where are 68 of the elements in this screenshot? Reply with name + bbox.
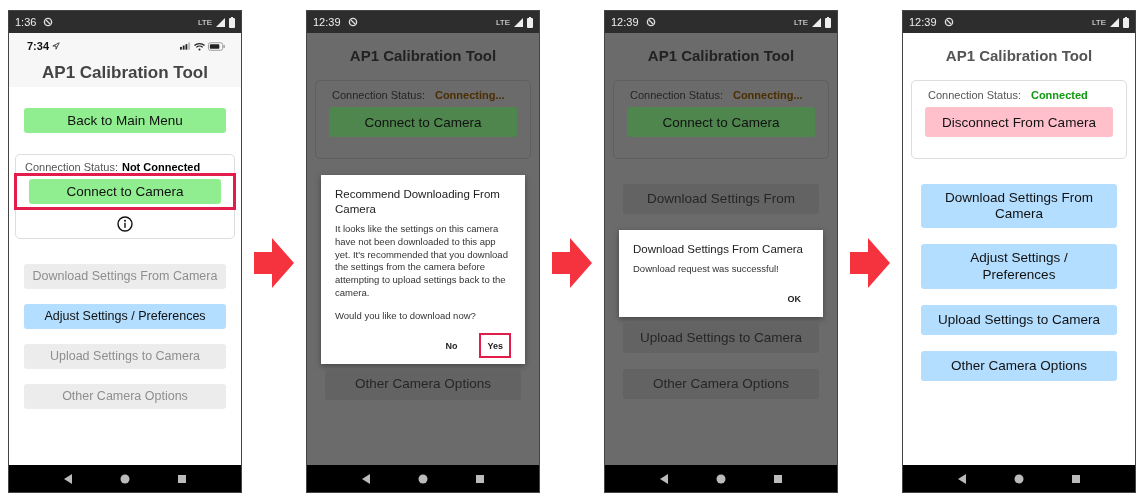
connection-button[interactable]: Connect to Camera xyxy=(29,179,221,204)
home-icon[interactable] xyxy=(120,473,130,484)
home-icon[interactable] xyxy=(418,473,428,484)
app-title: AP1 Calibration Tool xyxy=(646,47,796,64)
menu-button[interactable]: Upload Settings to Camera xyxy=(921,304,1117,335)
dialog-message: Would you like to download now? xyxy=(335,309,477,323)
signal-icon xyxy=(812,17,821,27)
back-icon[interactable] xyxy=(956,473,967,484)
status-value: Connecting... xyxy=(732,89,803,101)
status-time: 12:39 xyxy=(909,16,937,28)
wifi-icon xyxy=(194,41,205,51)
status-label: Connection Status: xyxy=(332,89,425,101)
back-icon[interactable] xyxy=(658,473,669,484)
location-arrow-icon xyxy=(52,42,61,50)
connection-button[interactable]: Connect to Camera xyxy=(329,107,517,137)
battery-icon xyxy=(229,16,235,28)
app-title: AP1 Calibration Tool xyxy=(41,63,209,83)
status-time: 1:36 xyxy=(15,16,37,28)
network-label: LTE xyxy=(197,17,212,27)
status-value: Connecting... xyxy=(434,89,505,101)
info-icon[interactable] xyxy=(117,216,133,232)
circle-icon xyxy=(43,17,54,27)
status-value: Not Connected xyxy=(121,161,201,173)
battery-icon xyxy=(825,16,831,28)
circle-icon xyxy=(645,17,656,27)
signal-icon xyxy=(216,17,225,27)
status-label: Connection Status: xyxy=(25,161,118,173)
dialog-title: Download Settings From Camera xyxy=(633,242,804,257)
battery-icon xyxy=(527,16,533,28)
network-label: LTE xyxy=(495,17,510,27)
dialog-message: Download request was successful! xyxy=(633,262,780,276)
recents-icon[interactable] xyxy=(773,473,784,484)
home-icon[interactable] xyxy=(716,473,726,484)
circle-icon xyxy=(943,17,954,27)
signal-bars-icon xyxy=(180,42,191,50)
back-icon[interactable] xyxy=(360,473,371,484)
connection-button[interactable]: Disconnect From Camera xyxy=(925,107,1113,137)
circle-icon xyxy=(347,17,358,27)
recents-icon[interactable] xyxy=(475,473,486,484)
signal-icon xyxy=(514,17,523,27)
status-time: 12:39 xyxy=(611,16,639,28)
menu-button[interactable]: Adjust Settings / Preferences xyxy=(24,304,226,329)
signal-icon xyxy=(1110,17,1119,27)
recents-icon[interactable] xyxy=(177,473,188,484)
app-title: AP1 Calibration Tool xyxy=(944,47,1094,64)
app-title: AP1 Calibration Tool xyxy=(348,47,498,64)
status-value: Connected xyxy=(1030,89,1088,101)
arrow-icon xyxy=(552,238,592,288)
menu-button[interactable]: Other Camera Options xyxy=(921,350,1117,381)
menu-button[interactable]: Adjust Settings / Preferences xyxy=(921,244,1117,289)
recents-icon[interactable] xyxy=(1071,473,1082,484)
status-time: 7:34 xyxy=(27,40,50,52)
menu-button[interactable]: Download Settings From Camera xyxy=(921,184,1117,229)
battery-icon xyxy=(208,41,225,51)
connection-button[interactable]: Connect to Camera xyxy=(627,107,815,137)
arrow-icon xyxy=(850,238,890,288)
dialog-title: Recommend Downloading From Camera xyxy=(335,187,501,217)
home-icon[interactable] xyxy=(1014,473,1024,484)
status-label: Connection Status: xyxy=(630,89,723,101)
arrow-icon xyxy=(254,238,294,288)
back-icon[interactable] xyxy=(62,473,73,484)
network-label: LTE xyxy=(793,17,808,27)
status-label: Connection Status: xyxy=(928,89,1021,101)
back-button[interactable]: Back to Main Menu xyxy=(24,108,226,133)
status-time: 12:39 xyxy=(313,16,341,28)
network-label: LTE xyxy=(1091,17,1106,27)
battery-icon xyxy=(1123,16,1129,28)
dialog-message: It looks like the settings on this camera have not been downloaded to this app yet. It's recommended that you download the settings from the camera before attempting to upload settings back to the camera. xyxy=(335,222,509,300)
